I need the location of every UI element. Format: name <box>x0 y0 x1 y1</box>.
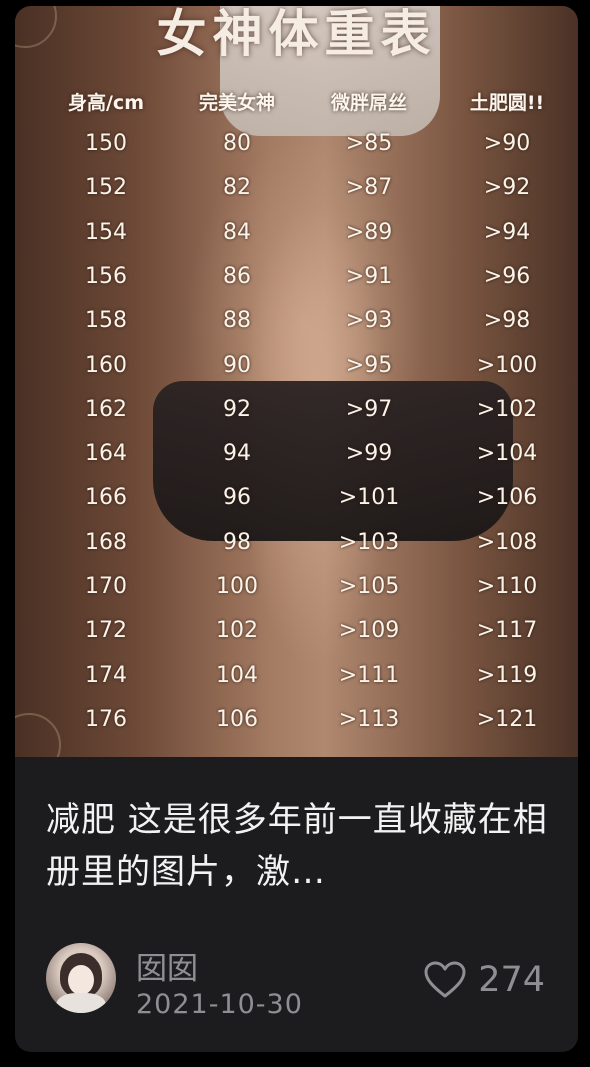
author-avatar[interactable] <box>46 943 116 1013</box>
cell-chubby: >109 <box>338 618 400 644</box>
cell-height: 152 <box>85 175 127 201</box>
cell-chubby: >103 <box>338 529 400 555</box>
cell-round: >110 <box>476 574 538 599</box>
cell-height: 174 <box>85 662 127 688</box>
cell-height: 150 <box>85 131 127 156</box>
cell-perfect: 82 <box>223 175 251 201</box>
table-header-perfect: 完美女神 <box>198 92 276 114</box>
cell-chubby: >101 <box>338 485 400 511</box>
cell-perfect: 80 <box>223 131 251 156</box>
cell-perfect: 96 <box>223 485 251 511</box>
cell-round: >108 <box>476 529 538 555</box>
cell-height: 164 <box>85 441 127 467</box>
avatar-body <box>56 993 106 1013</box>
cell-perfect: 90 <box>223 352 251 378</box>
cell-round: >106 <box>476 485 538 511</box>
cell-round: >102 <box>476 396 538 422</box>
cell-chubby: >93 <box>345 308 393 334</box>
cell-round: >119 <box>476 662 538 688</box>
cell-chubby: >85 <box>345 131 393 156</box>
cell-chubby: >87 <box>345 175 393 201</box>
cell-round: >94 <box>483 219 531 245</box>
like-count: 274 <box>478 960 545 1000</box>
cell-height: 162 <box>85 396 127 422</box>
cell-perfect: 88 <box>223 308 251 334</box>
image-figure-shorts <box>153 381 513 541</box>
cell-round: >96 <box>483 263 531 289</box>
cell-perfect: 84 <box>223 219 251 245</box>
cell-height: 166 <box>85 485 127 511</box>
cell-perfect: 94 <box>223 441 251 467</box>
cell-perfect: 92 <box>223 396 251 422</box>
cell-round: >92 <box>483 175 531 201</box>
cell-perfect: 104 <box>216 662 258 688</box>
cell-round: >104 <box>476 441 538 467</box>
table-header-height: 身高/cm <box>67 92 145 114</box>
post-caption[interactable]: 减肥 这是很多年前一直收藏在相册里的图片，激… <box>46 794 551 898</box>
author-name[interactable]: 囡囡 <box>136 943 198 988</box>
cell-chubby: >111 <box>338 662 400 688</box>
post-card[interactable]: 女神体重表 身高/cm 完美女神 微胖屌丝 土肥圆!! 150 80 >85 >90 1… <box>15 6 578 1052</box>
cell-height: 156 <box>85 263 127 289</box>
table-header-chubby: 微胖屌丝 <box>330 92 408 114</box>
cell-height: 158 <box>85 308 127 334</box>
image-table-title: 女神体重表 <box>156 6 437 63</box>
cell-height: 172 <box>85 618 127 644</box>
cell-round: >98 <box>483 308 531 334</box>
cell-perfect: 86 <box>223 263 251 289</box>
cell-round: >117 <box>476 618 538 644</box>
avatar-face <box>68 965 94 995</box>
cell-perfect: 100 <box>216 574 258 599</box>
post-image[interactable]: 女神体重表 身高/cm 完美女神 微胖屌丝 土肥圆!! 150 80 >85 >90 1… <box>15 6 578 757</box>
table-header-round: 土肥圆!! <box>469 92 545 114</box>
cell-height: 168 <box>85 529 127 555</box>
cell-chubby: >91 <box>345 263 393 289</box>
cell-chubby: >95 <box>345 352 393 378</box>
cell-height: 170 <box>85 574 127 599</box>
cell-chubby: >97 <box>345 396 393 422</box>
heart-outline-icon <box>424 961 466 998</box>
cell-round: >121 <box>476 706 538 732</box>
cell-perfect: 98 <box>223 529 251 555</box>
cell-height: 154 <box>85 219 127 245</box>
cell-round: >100 <box>476 352 538 378</box>
post-date: 2021-10-30 <box>136 989 303 1020</box>
cell-chubby: >105 <box>338 574 400 599</box>
decor-ornament-icon <box>15 713 61 757</box>
cell-round: >90 <box>483 131 531 156</box>
like-button[interactable]: 274 <box>424 957 545 1003</box>
cell-chubby: >89 <box>345 219 393 245</box>
cell-chubby: >113 <box>338 706 400 732</box>
cell-perfect: 106 <box>216 706 258 732</box>
cell-height: 176 <box>85 706 127 732</box>
cell-height: 160 <box>85 352 127 378</box>
cell-perfect: 102 <box>216 618 258 644</box>
cell-chubby: >99 <box>345 441 393 467</box>
